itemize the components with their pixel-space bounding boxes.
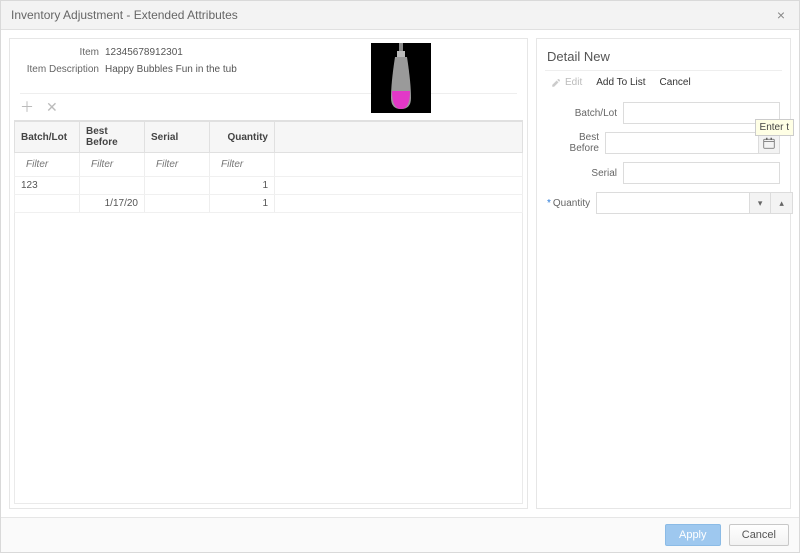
delete-row-icon[interactable]: ✕ [46, 100, 58, 114]
cancel-button[interactable]: Cancel [729, 524, 789, 546]
cell-quantity[interactable]: 1 [210, 195, 275, 213]
apply-button[interactable]: Apply [665, 524, 721, 546]
dialog-window: Inventory Adjustment - Extended Attribut… [0, 0, 800, 553]
edit-action: Edit [551, 77, 582, 88]
best-before-input[interactable] [605, 132, 758, 154]
detail-pane: Detail New Edit Add To List Cancel Batch… [536, 38, 791, 509]
left-pane: Item 12345678912301 Item Description Hap… [9, 38, 528, 509]
dialog-body: Item 12345678912301 Item Description Hap… [1, 30, 799, 517]
batch-label: Batch/Lot [547, 108, 617, 119]
add-row-icon[interactable]: ＋ [20, 100, 34, 114]
detail-divider [545, 70, 782, 71]
item-image [371, 43, 431, 113]
grid: Batch/Lot Best Before Serial Quantity [14, 120, 523, 504]
pencil-icon [551, 78, 561, 88]
divider [20, 93, 517, 94]
filter-serial-input[interactable] [151, 156, 203, 173]
filter-batch-input[interactable] [21, 156, 73, 173]
filter-quantity-input[interactable] [216, 156, 268, 173]
grid-toolbar: ＋ ✕ [10, 96, 527, 120]
table-row[interactable]: 123 1 [15, 177, 523, 195]
cell-batch[interactable] [15, 195, 80, 213]
window-title: Inventory Adjustment - Extended Attribut… [11, 8, 238, 22]
dialog-footer: Apply Cancel [1, 517, 799, 552]
best-before-label: Best Before [547, 132, 599, 154]
quantity-label: *Quantity [547, 198, 590, 209]
item-header: Item 12345678912301 Item Description Hap… [10, 39, 527, 93]
cell-best-before[interactable]: 1/17/20 [80, 195, 145, 213]
detail-title: Detail New [537, 45, 790, 70]
grid-header-row: Batch/Lot Best Before Serial Quantity [15, 122, 523, 153]
item-description-label: Item Description [20, 64, 105, 75]
item-description-value: Happy Bubbles Fun in the tub [105, 64, 237, 75]
close-icon[interactable]: × [773, 7, 789, 23]
grid-empty-area [14, 213, 523, 504]
serial-label: Serial [547, 168, 617, 179]
cell-serial[interactable] [145, 195, 210, 213]
item-number-value: 12345678912301 [105, 47, 183, 58]
col-header-serial[interactable]: Serial [145, 122, 210, 153]
add-to-list-action[interactable]: Add To List [596, 77, 645, 88]
cell-quantity[interactable]: 1 [210, 177, 275, 195]
cell-batch[interactable]: 123 [15, 177, 80, 195]
tooltip: Enter t [755, 119, 794, 136]
table-row[interactable]: 1/17/20 1 [15, 195, 523, 213]
cell-best-before[interactable] [80, 177, 145, 195]
grid-filter-row [15, 153, 523, 177]
quantity-decrement-icon[interactable]: ▾ [749, 192, 771, 214]
titlebar: Inventory Adjustment - Extended Attribut… [1, 1, 799, 30]
serial-input[interactable] [623, 162, 780, 184]
detail-actions: Edit Add To List Cancel [537, 77, 790, 98]
cell-serial[interactable] [145, 177, 210, 195]
quantity-increment-icon[interactable]: ▴ [771, 192, 793, 214]
detail-cancel-action[interactable]: Cancel [660, 77, 691, 88]
item-number-label: Item [20, 47, 105, 58]
col-header-quantity[interactable]: Quantity [210, 122, 275, 153]
filter-best-before-input[interactable] [86, 156, 138, 173]
col-header-best-before[interactable]: Best Before [80, 122, 145, 153]
quantity-input[interactable] [596, 192, 749, 214]
col-header-spacer [275, 122, 523, 153]
col-header-batch[interactable]: Batch/Lot [15, 122, 80, 153]
